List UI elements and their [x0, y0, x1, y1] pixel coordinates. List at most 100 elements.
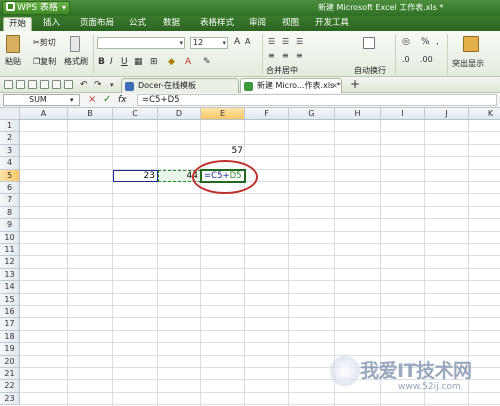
grow-font-icon[interactable]: A — [234, 37, 240, 47]
align-top-icon[interactable]: ☰ — [268, 37, 275, 47]
select-all-corner[interactable] — [0, 108, 20, 120]
column-header-k[interactable]: K — [469, 108, 500, 120]
tab-view[interactable]: 视图 — [282, 17, 299, 31]
increase-decimal-icon[interactable]: .0 — [402, 55, 410, 65]
highlight-icon[interactable] — [463, 36, 479, 52]
tab-insert[interactable]: 插入 — [43, 17, 60, 31]
doc-tab-docer[interactable]: Docer-在线模板 — [121, 78, 239, 93]
column-header-i[interactable]: I — [381, 108, 425, 120]
column-header-b[interactable]: B — [68, 108, 113, 120]
print-preview-icon[interactable] — [52, 80, 61, 89]
merge-icon[interactable]: ⊞ — [150, 57, 158, 67]
row-header-16[interactable]: 16 — [0, 306, 20, 319]
confirm-button[interactable]: ✓ — [103, 94, 111, 106]
tab-page-layout[interactable]: 页面布局 — [80, 17, 114, 31]
font-color-icon[interactable]: A — [185, 57, 191, 67]
align-right-icon[interactable]: ≡ — [296, 51, 303, 61]
row-header-11[interactable]: 11 — [0, 244, 20, 257]
font-size-combo[interactable]: 12 ▾ — [190, 37, 228, 49]
clear-icon[interactable]: ✎ — [203, 57, 211, 67]
close-icon[interactable]: × — [331, 79, 338, 92]
tab-table-style[interactable]: 表格样式 — [200, 17, 234, 31]
export-pdf-icon[interactable] — [64, 80, 73, 89]
insert-function-button[interactable]: fx — [118, 94, 127, 106]
align-left-icon[interactable]: ≡ — [268, 51, 275, 61]
cell-e3[interactable]: 57 — [201, 145, 245, 157]
formula-input[interactable]: =C5+D5 — [137, 94, 497, 106]
row-header-14[interactable]: 14 — [0, 281, 20, 294]
cancel-button[interactable]: × — [88, 94, 96, 106]
name-box[interactable]: SUM — [3, 94, 80, 106]
paste-button[interactable]: 粘贴 — [5, 56, 21, 67]
row-header-3[interactable]: 3 — [0, 144, 20, 158]
chevron-down-icon[interactable]: ▾ — [70, 94, 74, 106]
align-center-icon[interactable]: ≡ — [282, 51, 289, 61]
column-header-e[interactable]: E — [201, 108, 245, 120]
row-header-8[interactable]: 8 — [0, 206, 20, 220]
shrink-font-icon[interactable]: A — [245, 37, 250, 47]
italic-icon[interactable]: I — [110, 57, 113, 67]
merge-center-button[interactable]: 合并居中 — [266, 65, 298, 76]
column-header-h[interactable]: H — [335, 108, 381, 120]
print-icon[interactable] — [40, 80, 49, 89]
customize-icon[interactable]: ▾ — [110, 80, 114, 90]
decrease-decimal-icon[interactable]: .00 — [420, 55, 433, 65]
thousands-button[interactable]: , — [436, 37, 439, 47]
row-header-18[interactable]: 18 — [0, 330, 20, 344]
border-icon[interactable]: ▦ — [134, 57, 143, 67]
row-header-1[interactable]: 1 — [0, 120, 20, 133]
row-header-4[interactable]: 4 — [0, 157, 20, 170]
column-header-a[interactable]: A — [20, 108, 68, 120]
copy-button[interactable]: ❐复制 — [33, 56, 56, 67]
undo-icon[interactable]: ↶ — [80, 80, 88, 90]
row-header-22[interactable]: 22 — [0, 380, 20, 393]
row-header-21[interactable]: 21 — [0, 368, 20, 381]
tab-developer[interactable]: 开发工具 — [315, 17, 349, 31]
format-painter-icon[interactable] — [70, 36, 80, 52]
redo-icon[interactable]: ↷ — [94, 80, 102, 90]
bold-icon[interactable]: B — [98, 57, 105, 67]
row-header-20[interactable]: 20 — [0, 355, 20, 368]
column-header-d[interactable]: D — [158, 108, 201, 120]
row-header-9[interactable]: 9 — [0, 219, 20, 232]
align-bottom-icon[interactable]: ☰ — [296, 37, 303, 47]
row-header-6[interactable]: 6 — [0, 182, 20, 195]
row-header-5[interactable]: 5 — [0, 169, 20, 182]
tab-formulas[interactable]: 公式 — [129, 17, 146, 31]
app-menu-button[interactable]: WPS 表格 ▾ — [2, 1, 70, 15]
save-icon[interactable] — [28, 80, 37, 89]
cut-button[interactable]: ✂剪切 — [33, 37, 56, 48]
tab-data[interactable]: 数据 — [163, 17, 180, 31]
row-header-19[interactable]: 19 — [0, 343, 20, 356]
cell-c5[interactable]: 23 — [113, 169, 158, 182]
row-header-23[interactable]: 23 — [0, 392, 20, 406]
new-file-icon[interactable] — [4, 80, 13, 89]
column-header-j[interactable]: J — [425, 108, 469, 120]
add-tab-icon[interactable]: + — [350, 78, 360, 90]
column-header-g[interactable]: G — [289, 108, 335, 120]
open-file-icon[interactable] — [16, 80, 25, 89]
row-header-13[interactable]: 13 — [0, 268, 20, 282]
format-painter-button[interactable]: 格式刷 — [64, 56, 88, 67]
row-header-17[interactable]: 17 — [0, 318, 20, 331]
row-header-2[interactable]: 2 — [0, 132, 20, 145]
tab-review[interactable]: 审阅 — [249, 17, 266, 31]
wrap-text-button[interactable]: 自动换行 — [354, 65, 386, 76]
column-header-c[interactable]: C — [113, 108, 158, 120]
underline-icon[interactable]: U — [121, 57, 128, 67]
font-name-combo[interactable]: ▾ — [97, 37, 185, 49]
paste-icon[interactable] — [6, 35, 20, 53]
number-format-icon[interactable]: ◎ — [402, 37, 410, 47]
row-header-12[interactable]: 12 — [0, 256, 20, 269]
row-header-10[interactable]: 10 — [0, 231, 20, 244]
row-header-15[interactable]: 15 — [0, 293, 20, 306]
column-header-f[interactable]: F — [245, 108, 289, 120]
highlight-button[interactable]: 突出显示 — [452, 58, 484, 69]
row-header-7[interactable]: 7 — [0, 194, 20, 207]
doc-tab-workbook[interactable]: 新建 Micro...作表.xls * × — [240, 78, 342, 93]
percent-button[interactable]: % — [421, 37, 430, 47]
wrap-text-icon[interactable] — [363, 37, 375, 49]
tab-home[interactable]: 开始 — [3, 17, 33, 31]
fill-color-icon[interactable]: ◆ — [168, 57, 175, 67]
align-middle-icon[interactable]: ☰ — [282, 37, 289, 47]
